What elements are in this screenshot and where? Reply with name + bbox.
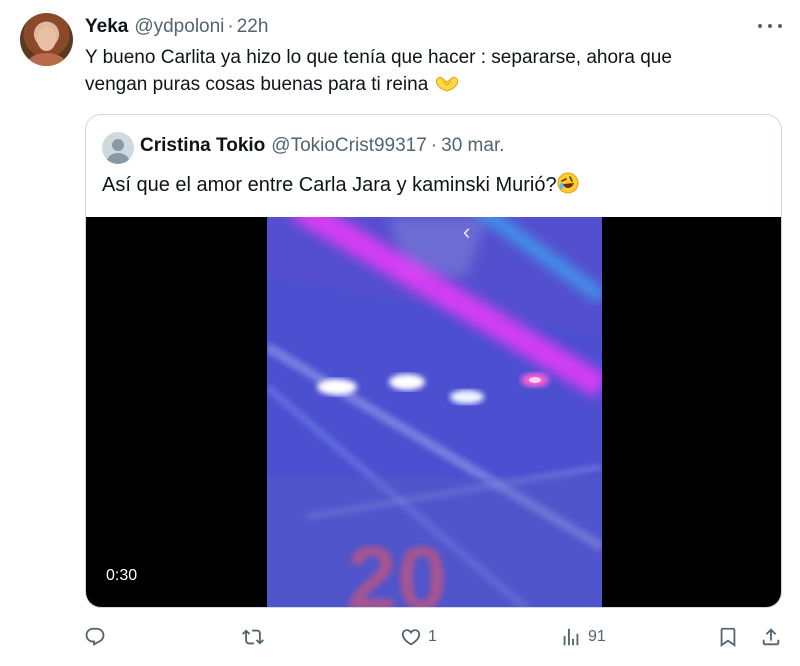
heart-hands-icon (435, 77, 458, 92)
quoted-header-separator: · (430, 135, 438, 156)
quoted-text-body: Así que el amor entre Carla Jara y kamin… (102, 174, 557, 196)
video-duration: 0:30 (106, 567, 138, 584)
author-avatar[interactable] (20, 13, 73, 66)
share-button[interactable] (760, 622, 782, 652)
video-frame[interactable]: 20 ‹ (267, 217, 602, 608)
video-player[interactable]: 20 ‹ 0:30 (86, 217, 781, 608)
quoted-author-handle[interactable]: @TokioCrist99317 (271, 135, 427, 157)
bookmark-button[interactable] (717, 622, 739, 652)
header-separator: · (227, 16, 234, 37)
quoted-tweet[interactable]: Cristina Tokio @TokioCrist99317 · 30 mar… (85, 114, 782, 608)
chevron-left-icon[interactable]: ‹ (463, 219, 470, 245)
tweet-text: Y bueno Carlita ya hizo lo que tenía que… (85, 44, 765, 98)
share-icon (762, 628, 780, 646)
quoted-author-avatar[interactable] (102, 132, 134, 164)
quoted-timestamp[interactable]: 30 mar. (441, 135, 504, 157)
views-bar-chart-icon (563, 628, 579, 646)
heart-icon (401, 629, 421, 646)
tweet-header: Yeka @ydpoloni · 22h (85, 16, 268, 38)
like-button[interactable]: 1 (400, 622, 437, 652)
default-avatar-head (112, 139, 124, 151)
retweet-button[interactable] (242, 622, 270, 652)
tweet-text-line-1: Y bueno Carlita ya hizo lo que tenía que… (85, 47, 672, 68)
default-avatar-body (107, 153, 129, 164)
quoted-author-name[interactable]: Cristina Tokio (140, 135, 265, 157)
avatar-face (37, 27, 56, 51)
views-button[interactable]: 91 (560, 622, 606, 652)
views-count: 91 (588, 628, 606, 645)
tweet-text-line-2: vengan puras cosas buenas para ti reina (85, 74, 429, 95)
author-name[interactable]: Yeka (85, 16, 128, 38)
tweet-actions: 1 91 (84, 622, 784, 652)
quoted-tweet-text: Así que el amor entre Carla Jara y kamin… (102, 172, 579, 199)
bookmark-icon (720, 627, 736, 648)
tweet-timestamp[interactable]: 22h (237, 16, 269, 38)
retweet-icon (242, 629, 264, 645)
reply-button[interactable] (84, 622, 112, 652)
tweet[interactable]: Yeka @ydpoloni · 22h Y bueno Carlita ya … (0, 0, 800, 666)
tweet-text-line-2-wrap: vengan puras cosas buenas para ti reina (85, 71, 765, 98)
rolling-on-floor-laughing-icon (557, 172, 579, 194)
reply-icon (85, 627, 105, 646)
author-handle[interactable]: @ydpoloni (134, 16, 224, 38)
like-count: 1 (428, 628, 437, 645)
quoted-tweet-header: Cristina Tokio @TokioCrist99317 · 30 mar… (140, 135, 505, 157)
video-still-image: 20 (267, 217, 602, 608)
avatar-body (28, 53, 65, 66)
more-options-icon[interactable] (758, 16, 782, 36)
svg-text:20: 20 (347, 529, 447, 608)
